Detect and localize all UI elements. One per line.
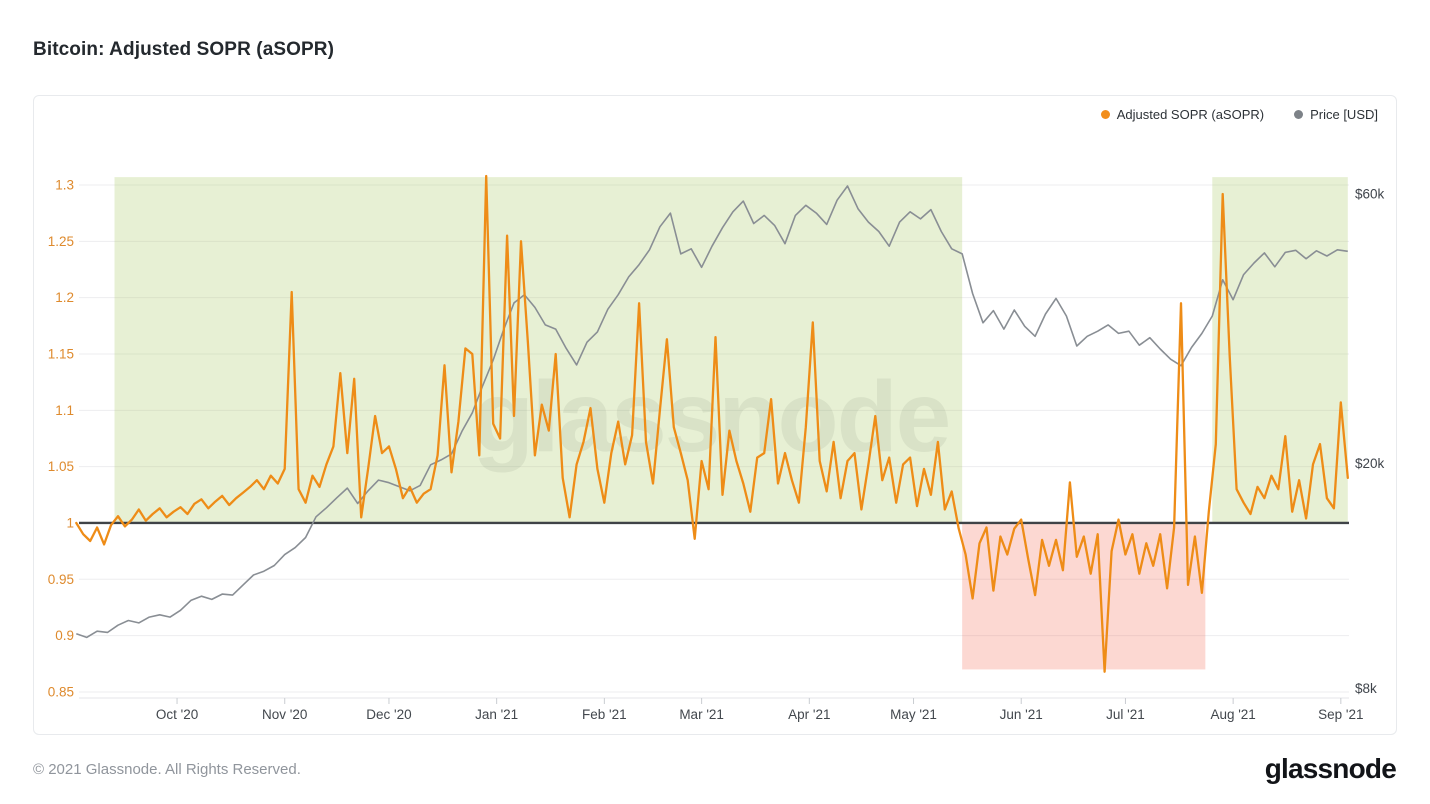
y-left-tick-label: 0.85 [48, 684, 74, 699]
y-left-tick-label: 1.05 [48, 459, 74, 474]
y-left-tick-label: 0.9 [55, 628, 74, 643]
y-right-tick-label: $20k [1355, 456, 1385, 471]
x-tick-label: Jun '21 [1000, 707, 1043, 722]
page: Bitcoin: Adjusted SOPR (aSOPR) Adjusted … [0, 0, 1430, 804]
legend-item-price[interactable]: Price [USD] [1294, 107, 1378, 122]
x-tick-label: Dec '20 [366, 707, 411, 722]
y-right-tick-label: $60k [1355, 187, 1385, 202]
y-left-tick-label: 1 [66, 515, 74, 530]
x-tick-label: Apr '21 [788, 707, 830, 722]
y-left-tick-label: 1.2 [55, 290, 74, 305]
y-left-tick-label: 1.1 [55, 403, 74, 418]
x-tick-label: May '21 [890, 707, 937, 722]
legend-label-asopr: Adjusted SOPR (aSOPR) [1116, 107, 1265, 122]
y-right-tick-label: $8k [1355, 681, 1377, 696]
glassnode-logo: glassnode [1264, 753, 1397, 784]
chart-card: Adjusted SOPR (aSOPR) Price [USD] glassn… [33, 95, 1397, 735]
legend-item-asopr[interactable]: Adjusted SOPR (aSOPR) [1100, 107, 1265, 122]
asopr-legend-dot-icon [1100, 110, 1110, 119]
footer-copyright: © 2021 Glassnode. All Rights Reserved. [33, 761, 301, 778]
x-tick-label: Feb '21 [582, 707, 627, 722]
price-legend-dot-icon [1294, 110, 1304, 119]
x-tick-label: Sep '21 [1318, 707, 1363, 722]
x-tick-label: Jul '21 [1106, 707, 1145, 722]
x-tick-label: Nov '20 [262, 707, 307, 722]
y-left-tick-label: 1.3 [55, 178, 74, 193]
x-tick-label: Jan '21 [475, 707, 518, 722]
y-left-tick-label: 1.25 [48, 234, 74, 249]
x-tick-label: Aug '21 [1210, 707, 1255, 722]
y-left-tick-label: 0.95 [48, 572, 74, 587]
page-title: Bitcoin: Adjusted SOPR (aSOPR) [33, 38, 335, 60]
chart-legend: Adjusted SOPR (aSOPR) Price [USD] [1100, 107, 1378, 122]
y-left-tick-label: 1.15 [48, 346, 74, 361]
x-tick-label: Oct '20 [156, 707, 198, 722]
x-tick-label: Mar '21 [679, 707, 724, 722]
chart-plot-area[interactable]: glassnodeOct '20 Nov '20 Dec '20 Jan '21 Feb… [34, 96, 1396, 734]
legend-label-price: Price [USD] [1310, 107, 1378, 122]
